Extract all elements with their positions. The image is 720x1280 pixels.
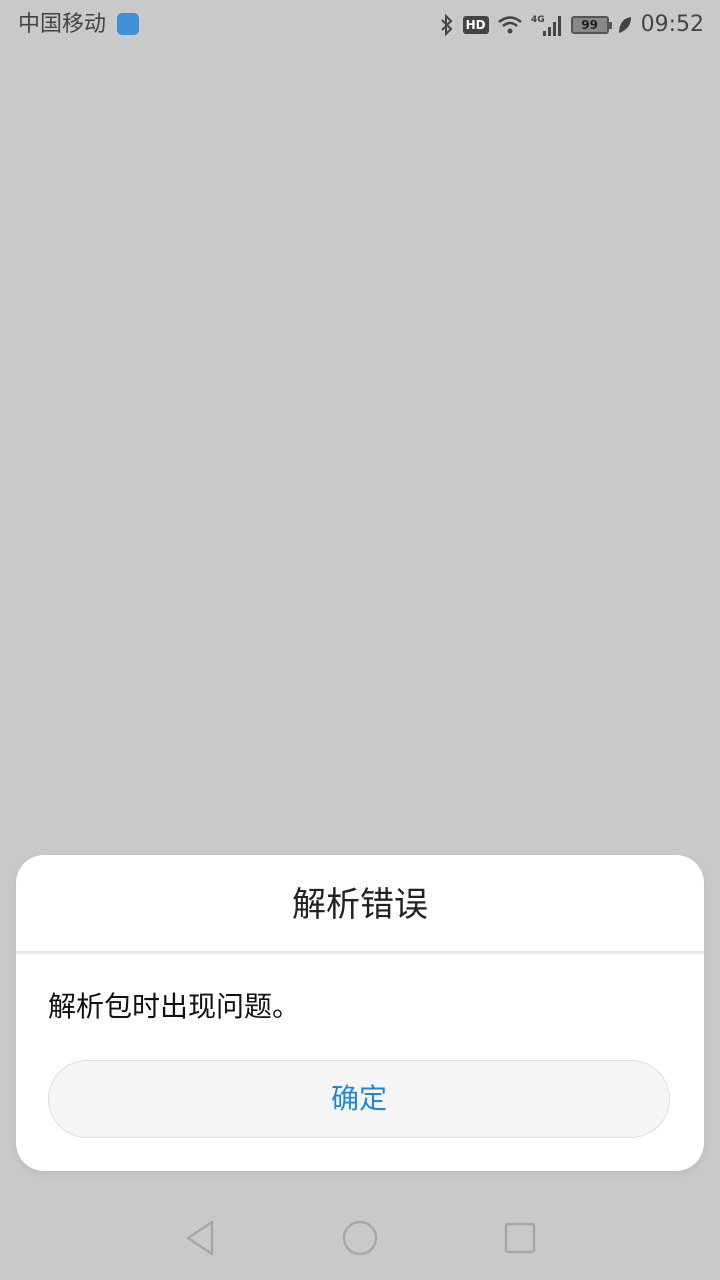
status-bar: 中国移动 HD 4G 99 09:52 [0,0,720,50]
dialog-divider [16,951,704,954]
home-icon[interactable] [340,1218,380,1258]
carrier-name: 中国移动 [18,12,107,37]
status-icons: HD 4G 99 09:52 [431,10,704,40]
app-notification-icon [117,13,139,35]
bluetooth-icon [440,13,452,37]
dialog-title: 解析错误 [292,885,428,925]
back-icon[interactable] [180,1218,220,1258]
confirm-button[interactable]: 确定 [48,1060,670,1138]
dialog-message: 解析包时出现问题。 [48,990,301,1023]
network-type-label: 4G [531,15,545,25]
battery-icon: 99 [570,16,612,34]
wifi-icon [497,16,522,34]
cellular-signal-icon: 4G [531,15,561,36]
hd-badge: HD [462,16,489,34]
recents-icon[interactable] [500,1218,540,1258]
power-saving-leaf-icon [618,17,631,33]
clock: 09:52 [640,12,704,37]
parse-error-dialog: 解析错误 解析包时出现问题。 确定 [16,855,704,1171]
navigation-bar [0,1190,720,1280]
